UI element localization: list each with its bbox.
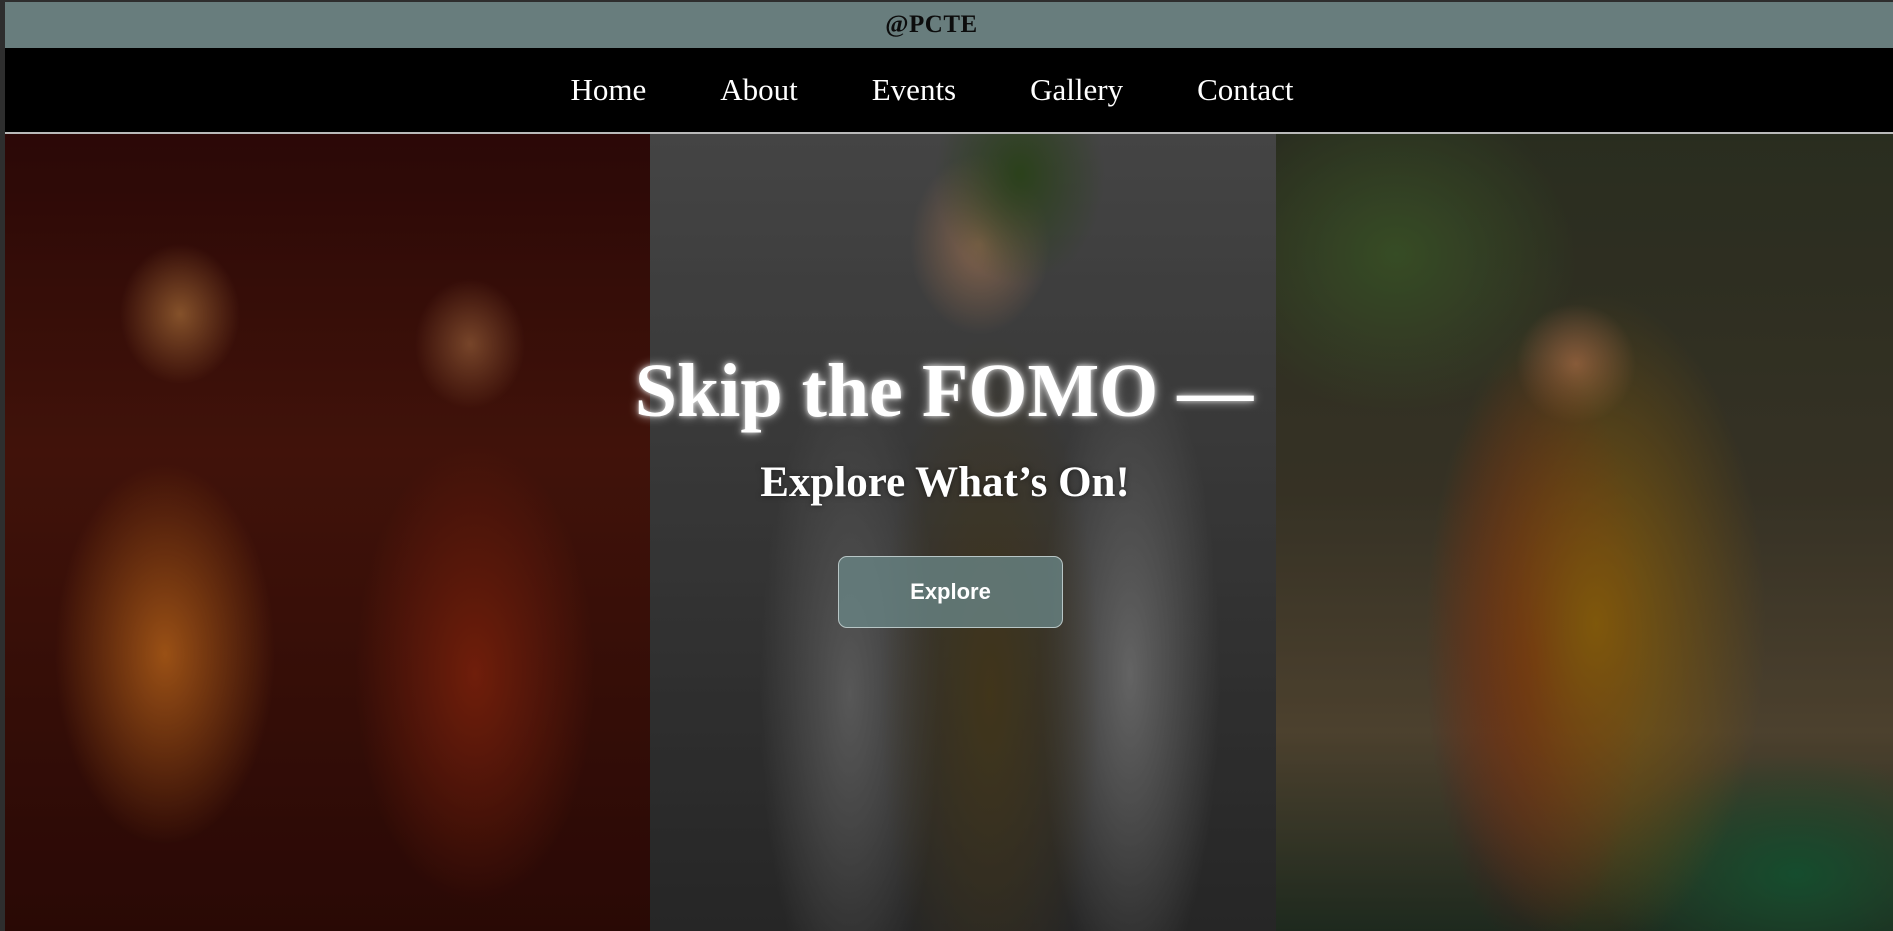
hero-subtitle: Explore What’s On! bbox=[760, 459, 1130, 506]
nav-list: Home About Events Gallery Contact bbox=[533, 48, 1330, 132]
nav-item-home[interactable]: Home bbox=[533, 48, 683, 132]
nav-item-contact[interactable]: Contact bbox=[1160, 48, 1330, 132]
hero-section: Skip the FOMO — Explore What’s On! Explo… bbox=[5, 134, 1893, 931]
top-banner: @PCTE bbox=[5, 2, 1893, 48]
nav-item-gallery[interactable]: Gallery bbox=[993, 48, 1160, 132]
brand-label: @PCTE bbox=[885, 11, 978, 38]
hero-title: Skip the FOMO — bbox=[634, 349, 1254, 433]
browser-viewport: @PCTE Home About Events Gallery Contact … bbox=[5, 2, 1893, 931]
hero-content: Skip the FOMO — Explore What’s On! Explo… bbox=[5, 134, 1893, 931]
main-navigation: Home About Events Gallery Contact bbox=[5, 48, 1893, 134]
nav-item-about[interactable]: About bbox=[683, 48, 835, 132]
nav-item-events[interactable]: Events bbox=[835, 48, 993, 132]
explore-button[interactable]: Explore bbox=[838, 556, 1063, 628]
